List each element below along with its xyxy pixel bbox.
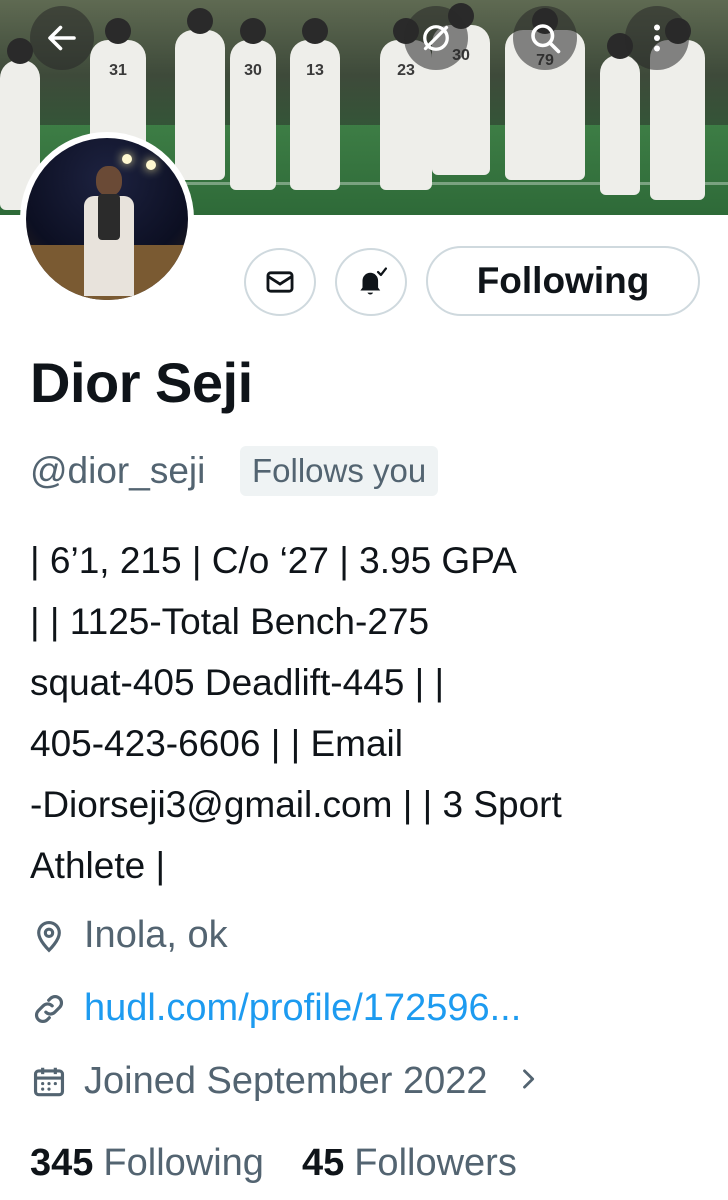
following-button[interactable]: Following — [426, 246, 700, 316]
joined-row[interactable]: Joined September 2022 — [30, 1060, 542, 1103]
username: @dior_seji — [30, 450, 206, 491]
jersey-number: 31 — [109, 62, 127, 79]
jersey-number: 13 — [306, 62, 324, 79]
envelope-icon — [266, 271, 294, 293]
chevron-right-icon — [514, 1060, 542, 1103]
followers-count-label: Followers — [354, 1142, 517, 1184]
followers-count-link[interactable]: 45 Followers — [302, 1142, 517, 1185]
more-options-button[interactable] — [625, 6, 689, 70]
arrow-left-icon — [48, 25, 76, 51]
back-button[interactable] — [30, 6, 94, 70]
follows-you-badge: Follows you — [240, 446, 439, 496]
bio-line: -Diorseji3@gmail.com | | 3 Sport — [30, 784, 562, 825]
follow-counts: 345 Following 45 Followers — [30, 1142, 517, 1185]
bio: | 6’1, 215 | C/o ‘27 | 3.95 GPA | | 1125… — [30, 530, 710, 896]
bio-line: | 6’1, 215 | C/o ‘27 | 3.95 GPA — [30, 540, 517, 581]
avatar-person — [84, 166, 134, 296]
more-vertical-icon — [654, 24, 660, 52]
link-icon — [35, 994, 63, 1023]
bio-line: squat-405 Deadlift-445 | | — [30, 662, 445, 703]
stadium-light — [146, 160, 156, 170]
followers-count: 45 — [301, 1142, 345, 1184]
search-icon — [531, 24, 561, 54]
bio-line: | | 1125-Total Bench-275 — [30, 601, 430, 642]
avatar-person-head — [96, 166, 122, 196]
search-button[interactable] — [513, 6, 577, 70]
calendar-icon — [33, 1067, 65, 1096]
website-row: hudl.com/profile/172596... — [30, 987, 521, 1030]
avatar-photo — [26, 138, 188, 300]
location-pin-icon — [37, 920, 61, 952]
bio-line: Athlete | — [30, 845, 166, 886]
slash-circle-icon — [423, 25, 449, 51]
notifications-button[interactable] — [335, 248, 407, 316]
location-text: Inola, ok — [84, 914, 228, 956]
joined-text: Joined September 2022 — [84, 1060, 488, 1102]
bell-check-icon — [360, 267, 388, 295]
following-count-label: Following — [103, 1142, 264, 1184]
banner-player: 13 — [290, 18, 340, 190]
stadium-light — [122, 154, 132, 164]
grok-button[interactable] — [404, 6, 468, 70]
banner-player: 30 — [230, 18, 276, 190]
location-row: Inola, ok — [30, 914, 228, 957]
jersey-number: 30 — [244, 62, 262, 79]
banner-player — [175, 8, 225, 180]
message-button[interactable] — [244, 248, 316, 316]
display-name: Dior Seji — [30, 351, 253, 414]
website-link[interactable]: hudl.com/profile/172596... — [84, 987, 521, 1030]
avatar-person-scarf — [98, 194, 120, 240]
bio-line: 405-423-6606 | | Email — [30, 723, 403, 764]
following-count-link[interactable]: 345 Following — [30, 1142, 264, 1185]
following-count: 345 — [30, 1142, 94, 1184]
avatar[interactable] — [20, 132, 194, 306]
banner-player — [600, 33, 640, 195]
